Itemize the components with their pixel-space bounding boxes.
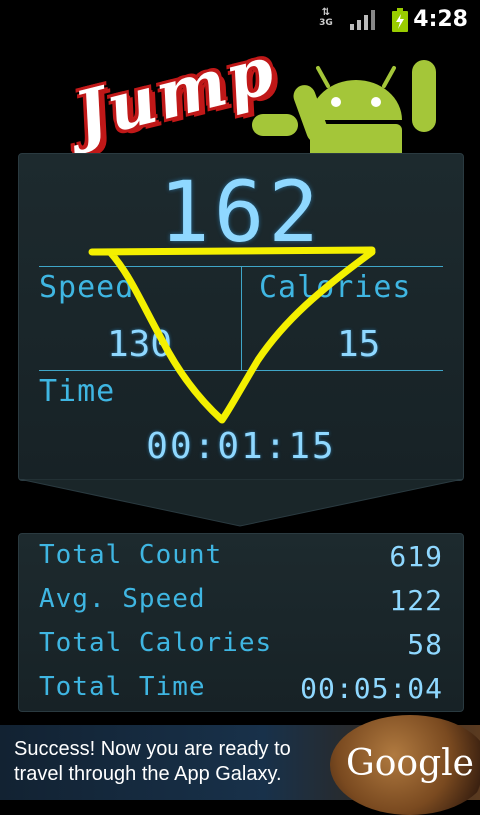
- signal-strength-icon: [350, 10, 375, 30]
- ad-message: Success! Now you are ready to travel thr…: [14, 738, 291, 785]
- summary-row-total-count: Total Count 619: [19, 538, 463, 582]
- ad-banner[interactable]: Success! Now you are ready to travel thr…: [0, 715, 480, 815]
- summary-row-total-calories: Total Calories 58: [19, 626, 463, 670]
- total-calories-label: Total Calories: [39, 628, 273, 658]
- time-label: Time: [39, 374, 116, 409]
- speed-label: Speed: [39, 270, 135, 305]
- android-robot-icon: [248, 56, 460, 164]
- summary-row-avg-speed: Avg. Speed 122: [19, 582, 463, 626]
- total-count-label: Total Count: [39, 540, 223, 570]
- total-calories-value: 58: [407, 628, 443, 661]
- avg-speed-label: Avg. Speed: [39, 584, 206, 614]
- calories-label: Calories: [259, 270, 412, 305]
- status-bar: ⇅ 3G 4:28: [0, 0, 480, 38]
- ad-brand-logo: Google: [346, 743, 474, 784]
- divider: [39, 370, 443, 371]
- summary-panel: Total Count 619 Avg. Speed 122 Total Cal…: [18, 533, 464, 712]
- total-count-value: 619: [389, 540, 443, 573]
- battery-charging-icon: [392, 8, 408, 32]
- summary-row-total-time: Total Time 00:05:04: [19, 670, 463, 714]
- status-time: 4:28: [413, 7, 468, 32]
- network-3g-icon: ⇅ 3G: [316, 8, 336, 30]
- live-display-panel: 162 Speed 130 Calories 15 Time 00:01:15: [18, 153, 464, 481]
- calories-value: 15: [337, 324, 381, 365]
- total-time-label: Total Time: [39, 672, 206, 702]
- total-time-value: 00:05:04: [300, 672, 443, 705]
- time-value: 00:01:15: [146, 426, 336, 467]
- speed-value: 130: [107, 324, 173, 365]
- panel-pointer: [18, 479, 464, 527]
- divider: [241, 266, 242, 370]
- avg-speed-value: 122: [389, 584, 443, 617]
- jump-count-value: 162: [159, 163, 323, 261]
- network-type-label: 3G: [319, 18, 333, 28]
